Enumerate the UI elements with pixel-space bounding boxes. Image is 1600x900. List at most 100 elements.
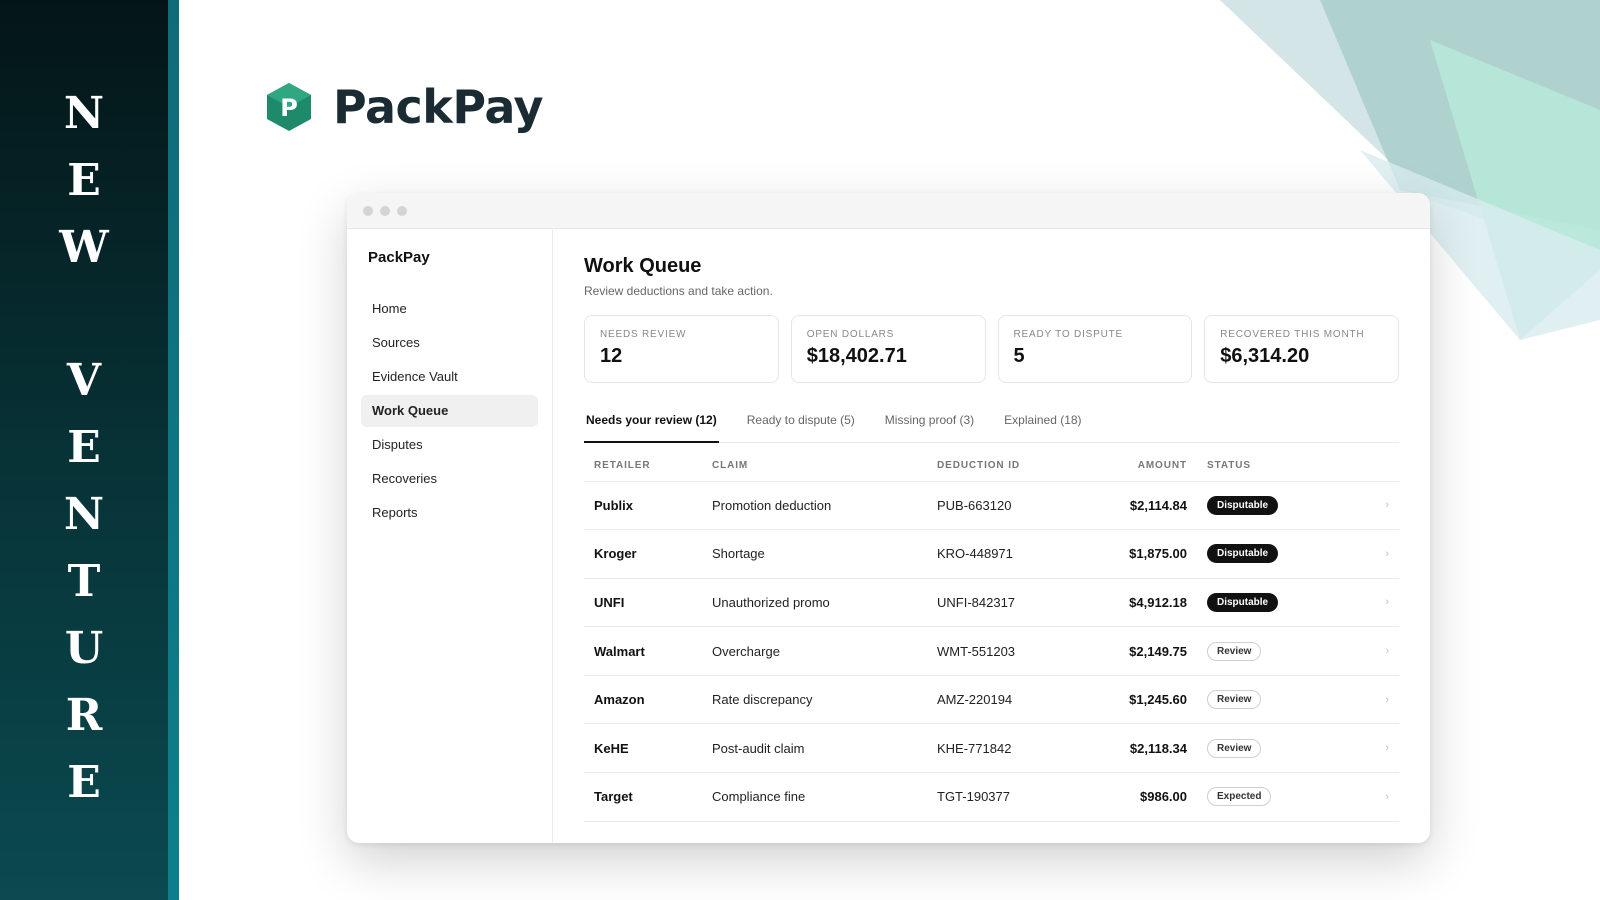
sidebar-item-reports[interactable]: Reports [361, 497, 538, 529]
column-header-retailer[interactable]: RETAILER [584, 451, 702, 482]
band-letter: T [67, 556, 101, 607]
band-letter: E [67, 155, 101, 206]
cell-status: Disputable [1197, 529, 1369, 579]
stat-value: 5 [1013, 345, 1025, 367]
table-row[interactable]: Target Compliance fine TGT-190377 $986.00 Ex… [584, 772, 1399, 822]
chevron-right-icon[interactable]: › [1369, 675, 1399, 725]
stat-card-needs-review: NEEDS REVIEW 12 [584, 315, 779, 383]
cell-deduction-id: WMT-551203 [927, 626, 1097, 676]
cell-deduction-id: TGT-190377 [927, 772, 1097, 822]
column-header-status[interactable]: STATUS [1197, 451, 1369, 482]
stat-label: RECOVERED THIS MONTH [1220, 329, 1365, 340]
cell-deduction-id: KHE-771842 [927, 723, 1097, 774]
queue-tabs: Needs your review (12) Ready to dispute … [584, 407, 1399, 443]
cell-claim: Promotion deduction [702, 481, 927, 531]
table-row[interactable]: KeHE Post-audit claim KHE-771842 $2,118.34 R… [584, 723, 1399, 774]
cell-claim: Post-audit claim [702, 723, 927, 774]
sidebar-item-sources[interactable]: Sources [361, 327, 538, 359]
cell-claim: Shortage [702, 529, 927, 579]
column-header-claim[interactable]: CLAIM [702, 451, 927, 482]
chevron-right-icon[interactable]: › [1369, 723, 1399, 774]
stat-card-ready-to-dispute: READY TO DISPUTE 5 [997, 315, 1193, 383]
band-letter: R [65, 690, 103, 741]
status-badge: Expected [1207, 787, 1272, 807]
cell-amount: $2,114.84 [1097, 481, 1197, 531]
sidebar-item-disputes[interactable]: Disputes [361, 429, 538, 461]
status-badge: Review [1207, 690, 1262, 710]
page-title: Work Queue [584, 255, 702, 277]
chevron-right-icon[interactable]: › [1369, 772, 1399, 822]
stat-card-open-dollars: OPEN DOLLARS $18,402.71 [790, 315, 986, 383]
window-close-dot[interactable] [363, 205, 373, 216]
table-row[interactable]: UNFI Unauthorized promo UNFI-842317 $4,912.… [584, 578, 1399, 628]
cell-retailer: Target [584, 772, 702, 822]
tab-needs-your-review[interactable]: Needs your review (12) [584, 407, 719, 443]
tab-explained[interactable]: Explained (18) [1002, 407, 1083, 443]
cell-amount: $1,245.60 [1097, 675, 1197, 725]
page-subtitle: Review deductions and take action. [584, 284, 773, 298]
sidebar-item-evidence-vault[interactable]: Evidence Vault [361, 361, 538, 393]
stat-label: NEEDS REVIEW [600, 329, 687, 340]
status-badge: Disputable [1207, 592, 1279, 612]
cell-retailer: Publix [584, 481, 702, 531]
sidebar-item-work-queue[interactable]: Work Queue [361, 395, 538, 427]
cell-deduction-id: AMZ-220194 [927, 675, 1097, 725]
cell-retailer: UNFI [584, 578, 702, 628]
band-letter: V [66, 355, 102, 406]
cell-status: Review [1197, 675, 1369, 725]
band-letter: E [67, 757, 101, 808]
tab-ready-to-dispute[interactable]: Ready to dispute (5) [745, 407, 857, 443]
sidebar-brand: PackPay [368, 249, 430, 266]
band-letter: E [67, 422, 101, 473]
cell-claim: Rate discrepancy [702, 675, 927, 725]
stat-label: OPEN DOLLARS [806, 329, 895, 340]
chevron-right-icon[interactable]: › [1369, 578, 1399, 628]
chevron-right-icon[interactable]: › [1369, 626, 1399, 676]
stat-value: $18,402.71 [806, 345, 907, 367]
cell-amount: $4,912.18 [1097, 578, 1197, 628]
status-badge: Disputable [1207, 544, 1279, 564]
cell-status: Expected [1197, 772, 1369, 822]
band-letter: N [63, 489, 105, 540]
table-row[interactable]: Walmart Overcharge WMT-551203 $2,149.75 Revi… [584, 626, 1399, 676]
cell-status: Disputable [1197, 481, 1369, 531]
column-header-amount[interactable]: AMOUNT [1097, 451, 1197, 482]
band-letter: W [59, 222, 109, 273]
stat-value: $6,314.20 [1220, 345, 1310, 367]
packpay-logo: P PackPay [265, 80, 543, 134]
stat-card-recovered-this-month: RECOVERED THIS MONTH $6,314.20 [1204, 315, 1399, 383]
cell-retailer: Walmart [584, 626, 702, 676]
sidebar-item-recoveries[interactable]: Recoveries [361, 463, 538, 495]
window-minimize-dot[interactable] [380, 205, 390, 216]
packpay-hex-icon: P [267, 83, 311, 131]
svg-text:P: P [280, 94, 298, 122]
cell-status: Review [1197, 626, 1369, 676]
sidebar: PackPay Home Sources Evidence Vault Work… [347, 229, 553, 843]
sidebar-item-home[interactable]: Home [361, 293, 538, 325]
chevron-right-icon[interactable]: › [1369, 481, 1399, 531]
cell-status: Disputable [1197, 578, 1369, 628]
window-titlebar [347, 193, 1430, 229]
cell-deduction-id: KRO-448971 [927, 529, 1097, 579]
cell-retailer: Amazon [584, 675, 702, 725]
table-row[interactable]: Amazon Rate discrepancy AMZ-220194 $1,245.6… [584, 675, 1399, 725]
table-row[interactable]: Publix Promotion deduction PUB-663120 $2,11… [584, 481, 1399, 531]
column-header-deduction-id[interactable]: DEDUCTION ID [927, 451, 1097, 482]
cell-amount: $1,875.00 [1097, 529, 1197, 579]
window-maximize-dot[interactable] [397, 205, 407, 216]
table-row[interactable]: Kroger Shortage KRO-448971 $1,875.00 Disputa… [584, 529, 1399, 579]
band-accent-edge [168, 0, 179, 900]
cell-amount: $2,149.75 [1097, 626, 1197, 676]
cell-claim: Unauthorized promo [702, 578, 927, 628]
cell-deduction-id: PUB-663120 [927, 481, 1097, 531]
chevron-right-icon[interactable]: › [1369, 529, 1399, 579]
column-header-actions [1369, 451, 1399, 482]
logo-wordmark: PackPay [333, 80, 543, 134]
cell-deduction-id: UNFI-842317 [927, 578, 1097, 628]
stat-label: READY TO DISPUTE [1013, 329, 1123, 340]
cell-amount: $2,118.34 [1097, 723, 1197, 774]
deductions-table: RETAILER CLAIM DEDUCTION ID AMOUNT STATU… [584, 451, 1399, 822]
cell-claim: Compliance fine [702, 772, 927, 822]
tab-missing-proof[interactable]: Missing proof (3) [883, 407, 976, 443]
status-badge: Review [1207, 641, 1262, 661]
